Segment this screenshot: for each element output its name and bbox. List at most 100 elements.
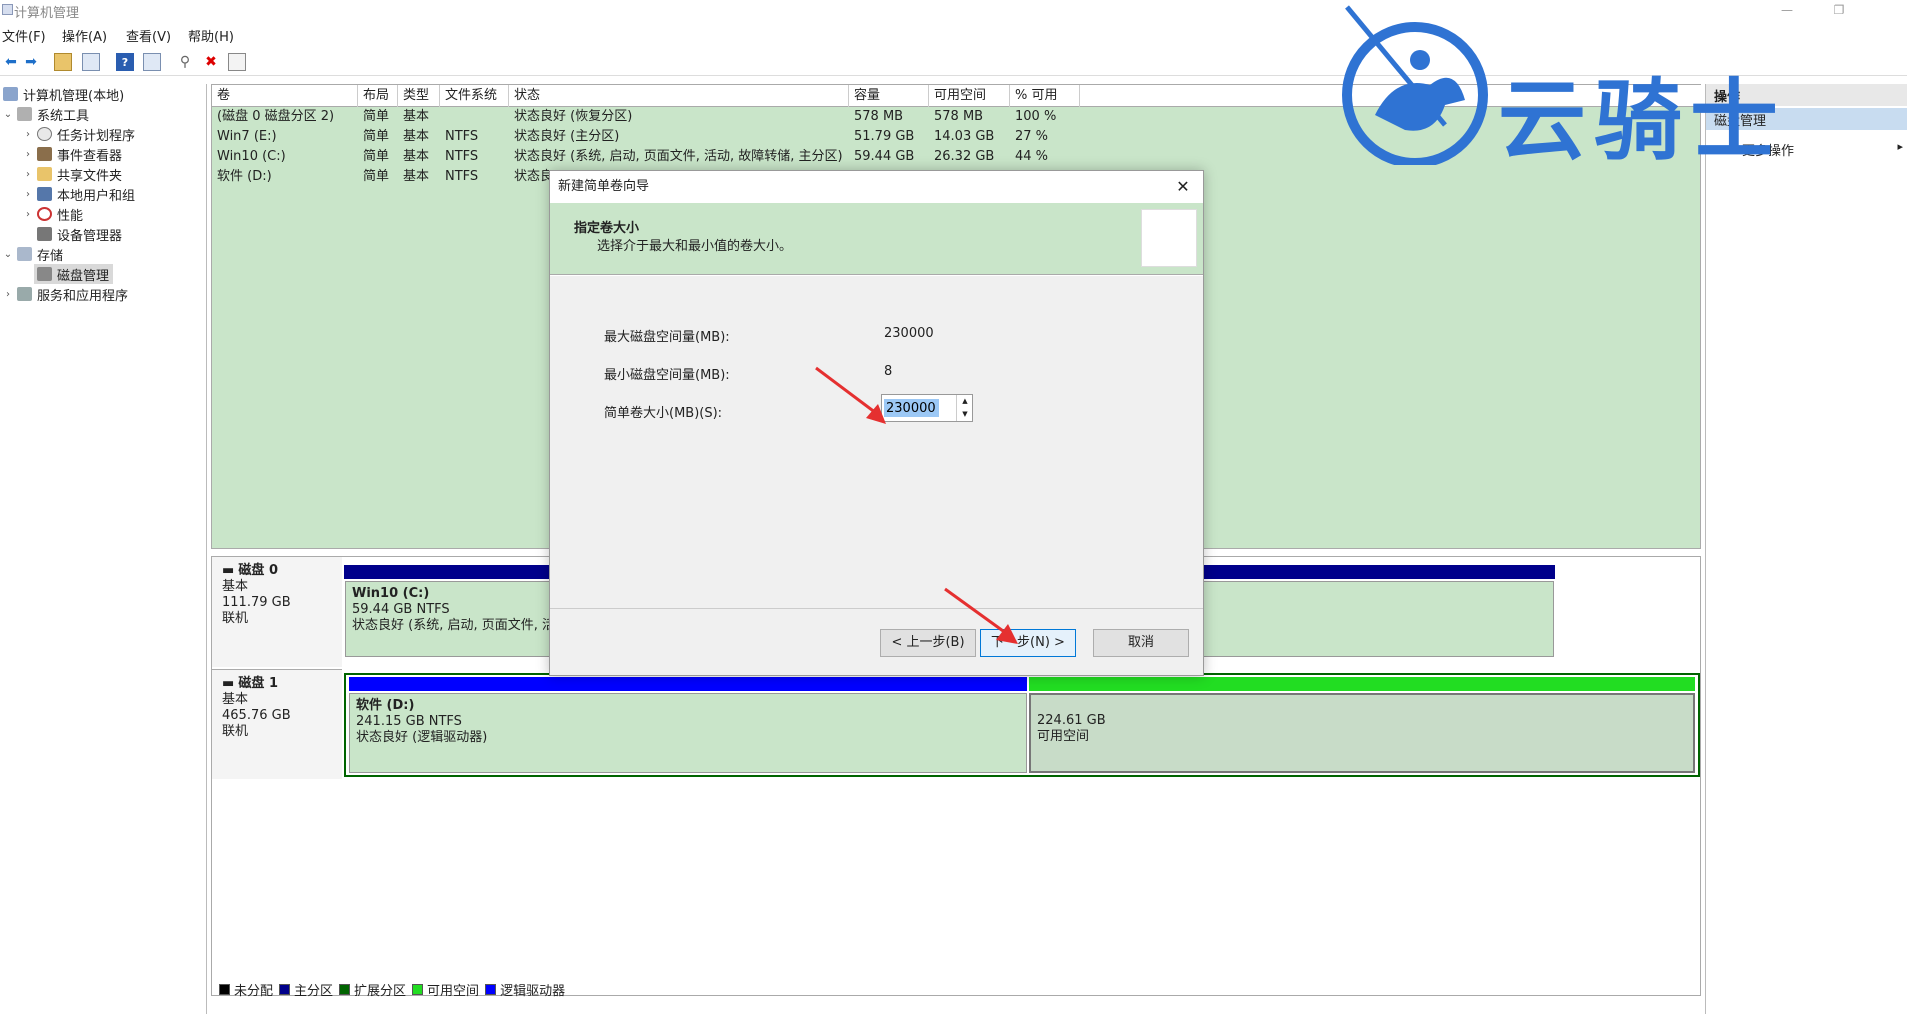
actions-pane: 操作 磁盘管理 更多操作 ▸ xyxy=(1705,84,1907,1014)
list-view-icon[interactable] xyxy=(228,53,246,71)
legend-label: 逻辑驱动器 xyxy=(500,983,566,999)
tree-event-viewer[interactable]: › 事件查看器 xyxy=(22,144,122,164)
tree-services[interactable]: › 服务和应用程序 xyxy=(2,284,128,304)
volume-size-input[interactable] xyxy=(884,398,954,418)
dialog-subheading: 选择介于最大和最小值的卷大小。 xyxy=(597,239,793,254)
col-capacity[interactable]: 容量 xyxy=(849,85,929,107)
col-filesystem[interactable]: 文件系统 xyxy=(440,85,509,107)
services-icon xyxy=(17,287,32,301)
computer-management-icon xyxy=(2,4,13,15)
device-manager-icon xyxy=(37,227,52,241)
tree-storage[interactable]: ⌄ 存储 xyxy=(2,244,63,264)
chevron-down-icon[interactable]: ⌄ xyxy=(2,109,14,120)
delete-icon[interactable]: ✖ xyxy=(202,53,220,71)
col-layout[interactable]: 布局 xyxy=(358,85,398,107)
dialog-footer: < 上一步(B) 下一步(N) > 取消 xyxy=(550,608,1203,675)
chevron-down-icon[interactable]: ⌄ xyxy=(2,249,14,260)
storage-icon xyxy=(17,247,32,261)
cell-capacity: 51.79 GB xyxy=(854,129,915,144)
partition-size: 224.61 GB xyxy=(1037,713,1106,728)
legend-label: 扩展分区 xyxy=(354,983,407,999)
legend-swatch-extended xyxy=(339,983,351,995)
connect-icon[interactable]: ⚲ xyxy=(176,53,194,71)
tree-system-tools[interactable]: ⌄ 系统工具 xyxy=(2,104,89,124)
col-free[interactable]: 可用空间 xyxy=(929,85,1010,107)
chevron-right-icon[interactable]: › xyxy=(22,189,34,200)
chevron-right-icon[interactable]: › xyxy=(22,169,34,180)
cell-volume: (磁盘 0 磁盘分区 2) xyxy=(217,109,335,124)
disk-1-status: 联机 xyxy=(222,724,249,739)
back-button[interactable]: < 上一步(B) xyxy=(880,629,976,657)
col-type[interactable]: 类型 xyxy=(398,85,440,107)
stepper-up-icon[interactable]: ▲ xyxy=(957,395,973,408)
back-icon[interactable]: ⬅ xyxy=(2,53,20,71)
disk-0-label[interactable]: ▬ 磁盘 0 基本 111.79 GB 联机 xyxy=(212,557,342,667)
dialog-header: 指定卷大小 选择介于最大和最小值的卷大小。 xyxy=(550,203,1203,275)
max-size-value: 230000 xyxy=(884,326,934,341)
tree-task-scheduler[interactable]: › 任务计划程序 xyxy=(22,124,135,144)
stepper-down-icon[interactable]: ▼ xyxy=(957,408,973,421)
next-button[interactable]: 下一步(N) > xyxy=(980,629,1076,657)
disk-1-logical-bar xyxy=(349,677,1027,691)
menu-file[interactable]: 文件(F) xyxy=(2,26,46,45)
performance-icon xyxy=(37,207,52,221)
chevron-right-icon[interactable]: › xyxy=(22,209,34,220)
clock-icon xyxy=(37,127,52,141)
cell-type: 基本 xyxy=(403,109,430,124)
disk-1-label[interactable]: ▬ 磁盘 1 基本 465.76 GB 联机 xyxy=(212,669,342,779)
min-size-label: 最小磁盘空间量(MB): xyxy=(604,368,730,383)
dialog-title: 新建简单卷向导 xyxy=(550,171,1203,203)
chevron-right-icon[interactable]: › xyxy=(22,129,34,140)
partition-size: 241.15 GB NTFS xyxy=(356,714,462,729)
cell-percent: 100 % xyxy=(1015,109,1057,124)
tree-device-manager[interactable]: 设备管理器 xyxy=(34,224,122,244)
cell-layout: 简单 xyxy=(363,149,390,164)
users-icon xyxy=(37,187,52,201)
disk-1-free-bar xyxy=(1029,677,1695,691)
tree-local-users[interactable]: › 本地用户和组 xyxy=(22,184,135,204)
cell-filesystem xyxy=(440,107,509,127)
up-folder-icon[interactable] xyxy=(54,53,72,71)
cell-type: 基本 xyxy=(403,149,430,164)
tree-root[interactable]: 计算机管理(本地) xyxy=(0,84,124,104)
legend-swatch-primary xyxy=(279,983,291,995)
cell-volume: Win10 (C:) xyxy=(217,149,286,164)
partition-software-d[interactable]: 软件 (D:) 241.15 GB NTFS 状态良好 (逻辑驱动器) xyxy=(349,693,1027,773)
menu-view[interactable]: 查看(V) xyxy=(126,26,171,45)
window-title: 计算机管理 xyxy=(14,6,80,21)
cancel-button[interactable]: 取消 xyxy=(1093,629,1189,657)
disk-1-name: ▬ 磁盘 1 xyxy=(222,676,278,691)
cell-free: 14.03 GB xyxy=(934,129,995,144)
computer-icon xyxy=(3,87,18,101)
tree-shared-folders[interactable]: › 共享文件夹 xyxy=(22,164,122,184)
cell-filesystem: NTFS xyxy=(445,149,479,164)
min-size-value: 8 xyxy=(884,364,893,379)
menu-action[interactable]: 操作(A) xyxy=(62,26,107,45)
cell-volume: Win7 (E:) xyxy=(217,129,277,144)
cell-volume: 软件 (D:) xyxy=(217,169,272,184)
cell-percent: 27 % xyxy=(1015,129,1049,144)
chevron-right-icon[interactable]: › xyxy=(22,149,34,160)
chevron-right-icon[interactable]: › xyxy=(2,289,14,300)
show-hide-tree-icon[interactable] xyxy=(82,53,100,71)
help-icon[interactable]: ? xyxy=(116,53,134,71)
volume-size-label: 简单卷大小(MB)(S): xyxy=(604,406,723,421)
tree-disk-management[interactable]: 磁盘管理 xyxy=(34,264,114,284)
chevron-right-icon[interactable]: ▸ xyxy=(1897,140,1903,153)
partition-free-space[interactable]: 224.61 GB 可用空间 xyxy=(1029,693,1695,773)
menu-help[interactable]: 帮助(H) xyxy=(188,26,234,45)
cell-capacity: 578 MB xyxy=(854,109,904,124)
partition-status: 状态良好 (逻辑驱动器) xyxy=(356,730,488,745)
col-percent[interactable]: % 可用 xyxy=(1010,85,1080,107)
dialog-body: 最大磁盘空间量(MB): 230000 最小磁盘空间量(MB): 8 简单卷大小… xyxy=(550,276,1203,608)
forward-icon[interactable]: ➡ xyxy=(22,53,40,71)
col-volume[interactable]: 卷 xyxy=(212,85,358,107)
close-icon[interactable]: ✕ xyxy=(1173,177,1193,197)
properties-icon[interactable] xyxy=(143,53,161,71)
cell-layout: 简单 xyxy=(363,129,390,144)
disk-0-name: ▬ 磁盘 0 xyxy=(222,563,278,578)
col-status[interactable]: 状态 xyxy=(509,85,849,107)
legend-swatch-unallocated xyxy=(219,983,230,995)
tree-performance[interactable]: › 性能 xyxy=(22,204,83,224)
watermark-logo: 云骑士 xyxy=(1335,5,1855,172)
